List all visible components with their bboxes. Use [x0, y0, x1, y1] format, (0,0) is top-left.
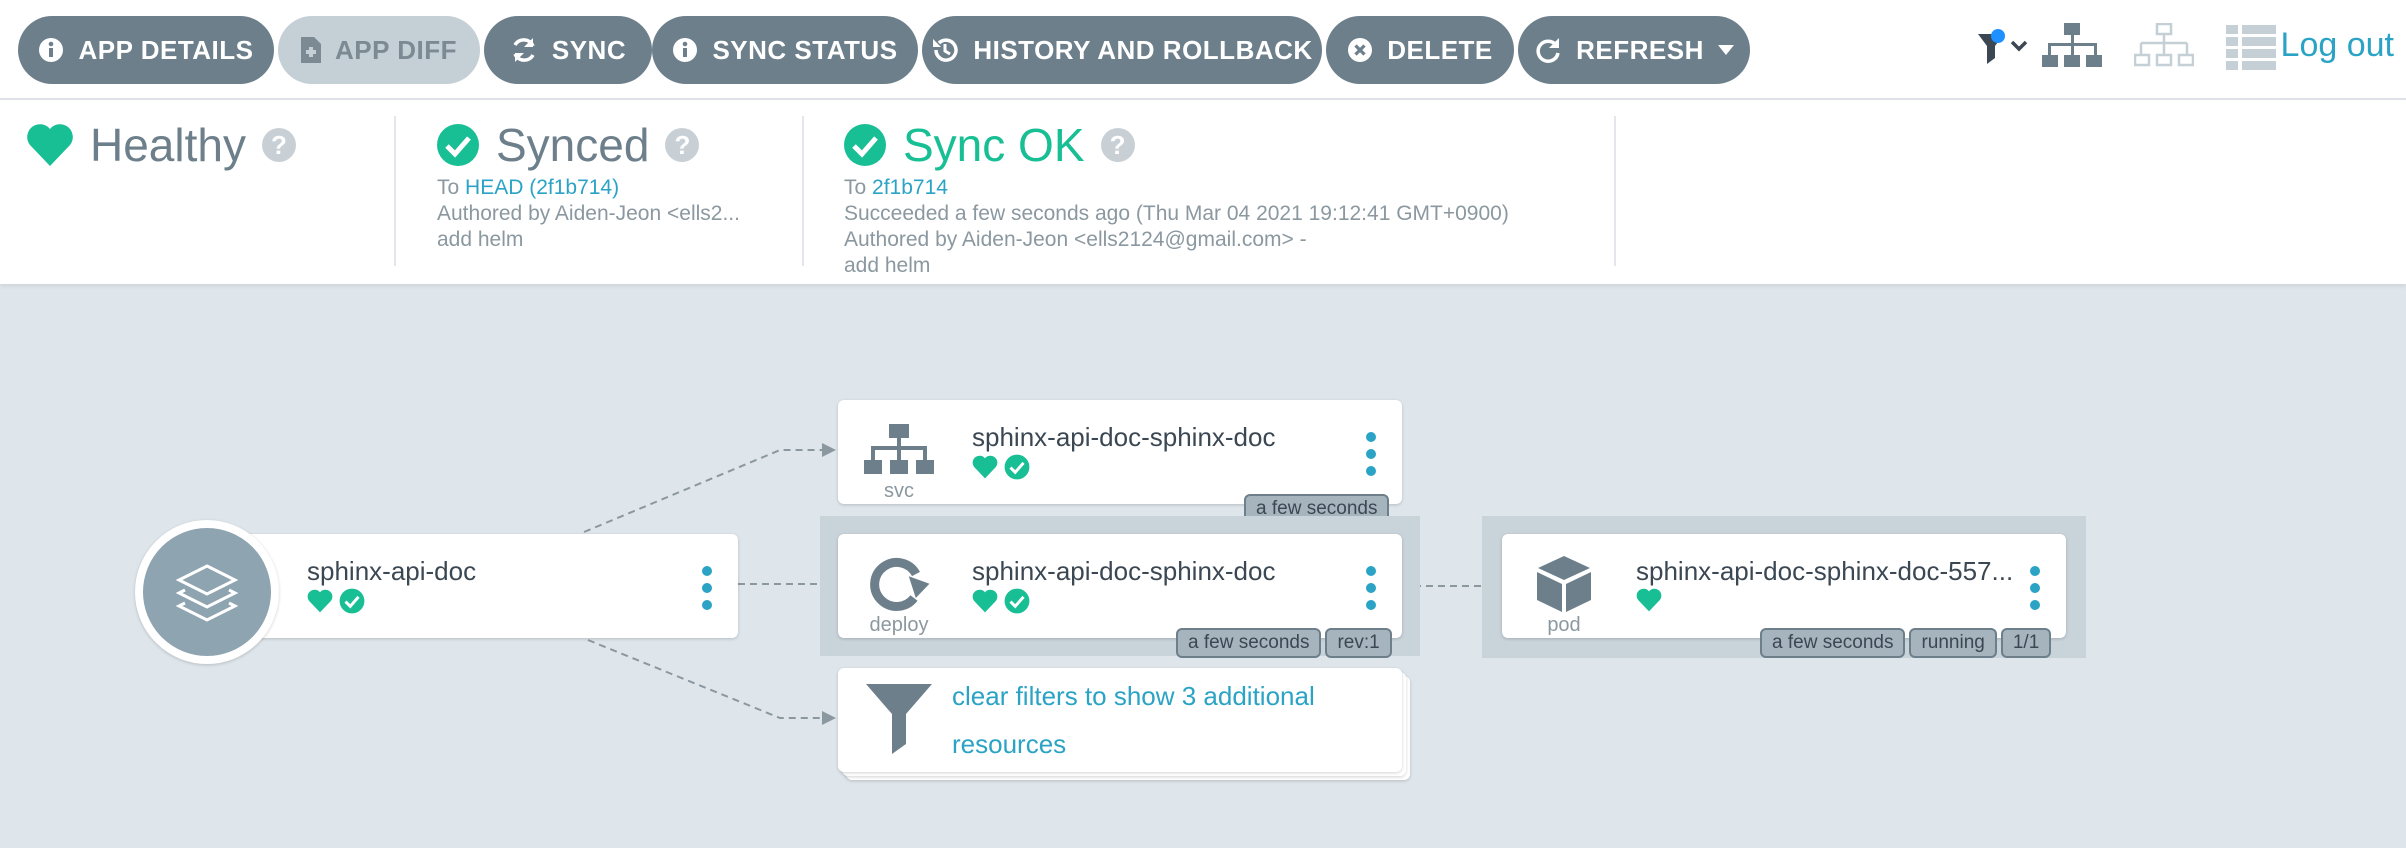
pod-state-tag: running [1909, 628, 1997, 658]
filter-icon [1978, 29, 2028, 64]
filter-icon [866, 684, 932, 754]
app-node-status [307, 588, 365, 614]
health-status: Healthy ? [26, 118, 296, 172]
tree-view-button[interactable] [2042, 20, 2102, 76]
refresh-icon [1536, 38, 1560, 63]
revision-tag: rev:1 [1325, 628, 1392, 658]
clear-filters-link[interactable]: clear filters to show 3 additional resou… [952, 672, 1352, 768]
pod-node-status [1636, 588, 1662, 612]
check-circle-icon [1004, 454, 1030, 480]
info-circle-icon [39, 38, 64, 62]
file-diff-icon [301, 37, 321, 63]
deploy-kind: deploy [869, 614, 929, 636]
pod-kind: pod [1547, 614, 1581, 636]
app-status-panel: Healthy ? Synced ? To HEAD (2f1b714) Aut… [0, 100, 2406, 284]
caret-down-icon [1717, 45, 1734, 55]
age-tag: a few seconds [1760, 628, 1906, 658]
deploy-node-tags: a few seconds rev:1 [1176, 628, 1392, 658]
deploy-node-title: sphinx-api-doc-sphinx-doc [972, 556, 1276, 586]
svc-node-title: sphinx-api-doc-sphinx-doc [972, 422, 1276, 452]
sync-status: Synced ? [436, 118, 700, 172]
heart-icon [27, 124, 73, 166]
sync-message: add helm [437, 228, 524, 251]
sync-icon [513, 38, 535, 62]
app-diff-button[interactable]: APP DIFF [278, 16, 480, 84]
heart-icon [972, 455, 998, 479]
app-node-menu[interactable] [702, 566, 712, 610]
check-circle-icon [437, 124, 479, 166]
refresh-label: REFRESH [1576, 34, 1704, 65]
edge-app-filter [587, 639, 836, 725]
app-toolbar: APP DETAILS APP DIFF SYNC SYNC STATUS HI… [0, 0, 2406, 100]
heart-icon [972, 589, 998, 613]
ready-tag: 1/1 [2000, 628, 2052, 658]
help-icon[interactable]: ? [1100, 128, 1135, 162]
heart-icon [307, 589, 333, 613]
deploy-node-status [972, 588, 1030, 614]
sync-revision-link[interactable]: HEAD (2f1b714) [465, 176, 619, 199]
history-rollback-button[interactable]: HISTORY AND ROLLBACK [922, 16, 1322, 84]
check-circle-icon [844, 124, 886, 166]
list-view-button[interactable] [2226, 20, 2276, 76]
age-tag: a few seconds [1176, 628, 1322, 658]
operation-status-label: Sync OK [903, 119, 1085, 171]
divider [394, 116, 396, 266]
sync-button[interactable]: SYNC [484, 16, 652, 84]
app-details-button[interactable]: APP DETAILS [18, 16, 274, 84]
filter-dropdown[interactable] [1978, 20, 2032, 76]
svc-node-menu[interactable] [1366, 432, 1376, 476]
pod-node-menu[interactable] [2030, 566, 2040, 610]
operation-revision-link[interactable]: 2f1b714 [872, 176, 948, 199]
sync-to-prefix: To [437, 176, 460, 199]
deploy-node-menu[interactable] [1366, 566, 1376, 610]
operation-target: To 2f1b714 [844, 176, 948, 200]
operation-status: Sync OK ? [843, 118, 1135, 172]
help-icon[interactable]: ? [261, 128, 296, 162]
info-circle-icon [673, 38, 698, 62]
sync-status-button[interactable]: SYNC STATUS [652, 16, 918, 84]
sync-status-label: Synced [496, 119, 650, 171]
check-circle-icon [1004, 588, 1030, 614]
divider [802, 116, 804, 266]
svc-kind: svc [884, 480, 914, 502]
refresh-button[interactable]: REFRESH [1518, 16, 1750, 84]
operation-to-prefix: To [844, 176, 867, 199]
history-rollback-label: HISTORY AND ROLLBACK [973, 34, 1313, 65]
help-icon[interactable]: ? [665, 128, 700, 162]
history-icon [933, 38, 959, 62]
list-view-icon [2226, 25, 2276, 70]
operation-succeeded: Succeeded a few seconds ago (Thu Mar 04 … [844, 202, 1509, 225]
app-details-label: APP DETAILS [78, 34, 254, 65]
sync-author: Authored by Aiden-Jeon <ells2... [437, 202, 740, 225]
app-node-title: sphinx-api-doc [307, 556, 477, 586]
logout-link[interactable]: Log out [2281, 26, 2394, 65]
sync-status-label: SYNC STATUS [712, 34, 898, 65]
edge-app-svc [583, 443, 836, 533]
check-circle-icon [339, 588, 365, 614]
network-view-button[interactable] [2134, 20, 2194, 76]
deploy-icon [870, 557, 930, 611]
divider [1614, 116, 1616, 266]
health-label: Healthy [90, 119, 246, 171]
pod-node-title: sphinx-api-doc-sphinx-doc-557... [1636, 556, 2014, 586]
operation-author: Authored by Aiden-Jeon <ells2124@gmail.c… [844, 228, 1307, 251]
service-icon [864, 424, 934, 474]
close-circle-icon [1348, 38, 1373, 62]
delete-button[interactable]: DELETE [1326, 16, 1514, 84]
pod-icon [1537, 556, 1591, 612]
resource-tree: sphinx-api-doc svc sphinx-api-doc-sphinx… [0, 286, 2406, 848]
app-diff-label: APP DIFF [335, 34, 457, 65]
pod-node-tags: a few seconds running 1/1 [1760, 628, 2052, 658]
sync-target: To HEAD (2f1b714) [437, 176, 619, 200]
layers-icon [175, 564, 239, 622]
network-view-icon [2134, 23, 2194, 67]
tree-view-icon [2042, 23, 2102, 67]
heart-icon [1636, 588, 1662, 612]
sync-label: SYNC [551, 34, 627, 65]
operation-message: add helm [844, 254, 931, 277]
delete-label: DELETE [1387, 34, 1493, 65]
app-icon-circle [135, 520, 279, 664]
svc-node-status [972, 454, 1030, 480]
